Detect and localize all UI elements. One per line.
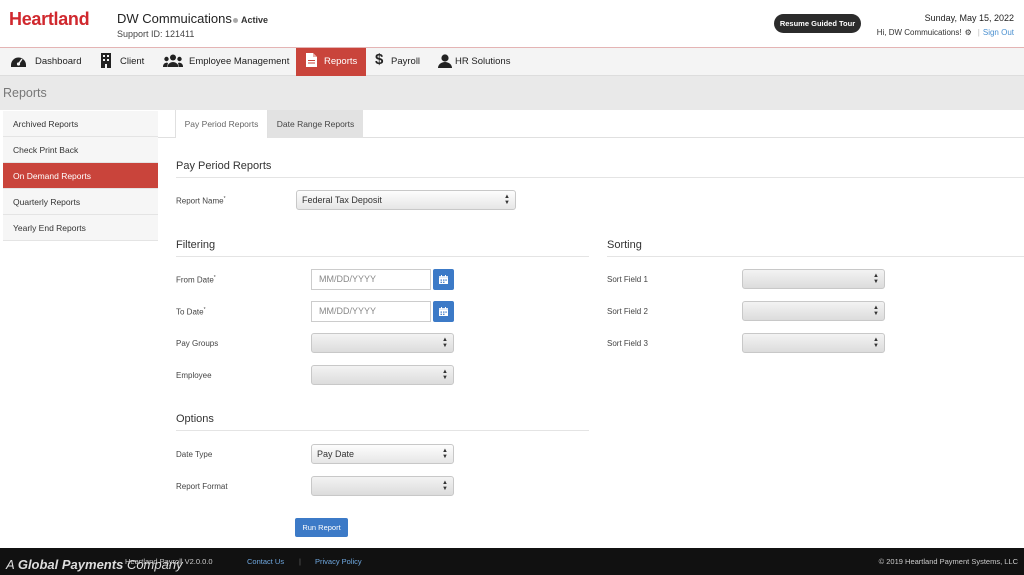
divider: | [299,557,301,566]
support-id: Support ID: 121411 [117,29,195,39]
report-name-label: Report Name* [176,196,226,206]
app-footer: A Global Payments Company Heartland Payr… [0,548,1024,575]
employee-label: Employee [176,371,212,380]
pay-groups-label: Pay Groups [176,339,219,348]
divider [607,256,1024,257]
sidebar-item-archived-reports[interactable]: Archived Reports [3,111,158,137]
current-date: Sunday, May 15, 2022 [924,13,1014,23]
sort-field-1-label: Sort Field 1 [607,275,648,284]
from-date-label: From Date* [176,275,216,285]
calendar-icon [439,307,448,316]
pay-groups-select[interactable]: ▲ ▼ [311,333,454,353]
date-type-value: Pay Date [317,449,355,459]
contact-us-link[interactable]: Contact Us [247,557,284,566]
from-date-input[interactable]: MM/DD/YYYY [311,269,431,290]
from-date-calendar-button[interactable] [433,269,454,290]
greeting-text: Hi, DW Commuications! [876,28,962,37]
nav-item-employee-management[interactable]: Employee Management [163,48,293,76]
divider [176,430,589,431]
select-arrows-icon: ▲ ▼ [873,305,879,317]
nav-item-dashboard[interactable]: Dashboard [10,48,90,76]
select-arrows-icon: ▲ ▼ [873,337,879,349]
report-tabs: Pay Period Reports Date Range Reports [158,110,1024,138]
section-title-options: Options [176,413,214,425]
section-title-sorting: Sorting [607,239,642,251]
report-format-label: Report Format [176,482,228,491]
gear-icon[interactable]: ⚙ [965,28,972,37]
dollar-icon: $ [375,51,384,68]
nav-label: Payroll [391,56,421,67]
nav-label: Reports [324,56,358,67]
nav-label: Client [120,56,145,67]
user-icon [438,54,452,68]
tab-date-range-reports[interactable]: Date Range Reports [268,110,363,138]
app-header: Heartland DW Commuications Active Suppor… [0,0,1024,48]
select-arrows-icon: ▲ ▼ [442,448,448,460]
nav-item-payroll[interactable]: $ Payroll [375,48,425,76]
nav-item-client[interactable]: Client [100,48,150,76]
date-type-label: Date Type [176,450,213,459]
select-arrows-icon: ▲ ▼ [442,337,448,349]
status-label: Active [241,15,269,25]
report-name-select[interactable]: Federal Tax Deposit ▲ ▼ [296,190,516,210]
select-arrows-icon: ▲ ▼ [504,194,510,206]
copyright: © 2019 Heartland Payment Systems, LLC [878,557,1018,566]
sidebar-item-yearly-end-reports[interactable]: Yearly End Reports [3,215,158,241]
sort-field-3-label: Sort Field 3 [607,339,648,348]
privacy-policy-link[interactable]: Privacy Policy [315,557,362,566]
sign-out-link[interactable]: Sign Out [983,28,1014,37]
nav-label: Employee Management [189,56,290,67]
sidebar-item-on-demand-reports[interactable]: On Demand Reports [3,163,163,189]
nav-item-reports[interactable]: Reports [296,48,366,76]
sort-field-2-label: Sort Field 2 [607,307,648,316]
users-icon [163,54,183,67]
status-dot-icon [233,18,238,24]
employee-select[interactable]: ▲ ▼ [311,365,454,385]
heartland-logo[interactable]: Heartland [9,9,90,30]
reports-sidebar: Archived Reports Check Print Back On Dem… [3,110,163,548]
section-title-filtering: Filtering [176,239,216,251]
sort-field-1-select[interactable]: ▲ ▼ [742,269,885,289]
resume-guided-tour-button[interactable]: Resume Guided Tour [774,14,861,33]
report-name-value: Federal Tax Deposit [302,195,382,205]
report-form-panel: Pay Period Reports Date Range Reports Pa… [158,110,1024,548]
nav-label: HR Solutions [455,56,511,67]
section-title-pay-period: Pay Period Reports [176,160,272,172]
select-arrows-icon: ▲ ▼ [442,369,448,381]
app-version: Heartland Payroll V2.0.0.0 [125,557,213,566]
sidebar-item-check-print-back[interactable]: Check Print Back [3,137,158,163]
to-date-label: To Date* [176,307,206,317]
user-greeting-row: Hi, DW Commuications! ⚙ | Sign Out [877,28,1014,37]
tab-pay-period-reports[interactable]: Pay Period Reports [175,110,268,138]
sort-field-2-select[interactable]: ▲ ▼ [742,301,885,321]
calendar-icon [439,275,448,284]
report-format-select[interactable]: ▲ ▼ [311,476,454,496]
select-arrows-icon: ▲ ▼ [442,480,448,492]
nav-label: Dashboard [35,56,82,67]
company-name: DW Commuications [117,11,232,26]
divider: | [977,28,980,37]
main-nav: Dashboard Client Employee Management Rep… [0,48,1024,76]
building-icon [101,53,111,68]
status-badge: Active [233,15,268,25]
to-date-calendar-button[interactable] [433,301,454,322]
sidebar-item-quarterly-reports[interactable]: Quarterly Reports [3,189,158,215]
divider [176,256,589,257]
divider [176,177,1024,178]
page-title: Reports [3,86,47,100]
dashboard-icon [11,57,26,67]
document-icon [306,53,317,67]
page-title-bar: Reports [0,76,1024,110]
select-arrows-icon: ▲ ▼ [873,273,879,285]
nav-item-hr-solutions[interactable]: HR Solutions [438,48,518,76]
sort-field-3-select[interactable]: ▲ ▼ [742,333,885,353]
run-report-button[interactable]: Run Report [295,518,348,537]
date-type-select[interactable]: Pay Date ▲ ▼ [311,444,454,464]
to-date-input[interactable]: MM/DD/YYYY [311,301,431,322]
